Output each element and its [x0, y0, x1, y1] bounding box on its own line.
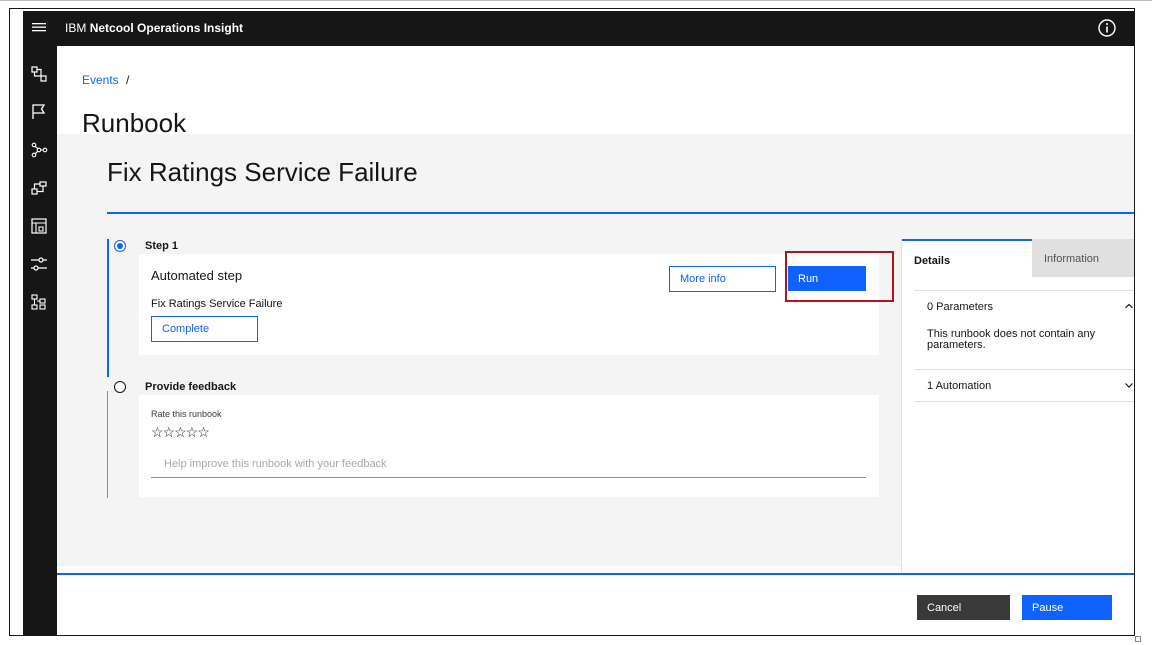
rate-label: Rate this runbook [151, 409, 222, 419]
parameters-accordion-body: This runbook does not contain any parame… [927, 328, 1096, 351]
automation-accordion-heading[interactable]: 1 Automation [927, 380, 991, 392]
breadcrumb-separator: / [126, 73, 130, 87]
step-2-label: Provide feedback [145, 381, 237, 393]
settings-sliders-icon[interactable] [30, 255, 48, 273]
step-2-radio[interactable] [114, 381, 126, 393]
app-frame: IBM Netcool Operations Insight Events / … [9, 8, 1135, 636]
cancel-button[interactable]: Cancel [917, 595, 1010, 620]
breadcrumb: Events / [82, 73, 129, 87]
breadcrumb-link-events[interactable]: Events [82, 73, 119, 87]
hierarchy-icon[interactable] [30, 293, 48, 311]
tab-details[interactable]: Details [902, 239, 1032, 277]
step-1-radio[interactable] [114, 240, 126, 252]
feedback-card: Rate this runbook ☆☆☆☆☆ [139, 395, 879, 497]
side-navigation [23, 46, 57, 635]
accordion-divider [914, 401, 1134, 402]
step-1-label: Step 1 [145, 240, 179, 252]
tab-information[interactable]: Information [1032, 239, 1134, 277]
brand-name: Netcool Operations Insight [89, 21, 244, 35]
parameters-accordion-heading[interactable]: 0 Parameters [927, 301, 993, 313]
chevron-down-icon[interactable] [1124, 380, 1134, 390]
workflow-icon[interactable] [30, 179, 48, 197]
details-panel: Details Information 0 Parameters This ru… [901, 239, 1134, 572]
user-icon[interactable] [1133, 18, 1135, 38]
app-brand[interactable]: IBM Netcool Operations Insight [65, 21, 243, 35]
app-header: IBM Netcool Operations Insight [23, 11, 1135, 46]
feedback-input[interactable] [151, 451, 866, 478]
brand-prefix: IBM [65, 21, 87, 35]
title-divider [107, 212, 1134, 214]
info-icon[interactable] [1097, 18, 1117, 38]
chevron-up-icon[interactable] [1124, 301, 1134, 311]
pause-button[interactable]: Pause [1022, 595, 1112, 620]
accordion-divider [914, 369, 1134, 370]
accordion-divider [914, 290, 1134, 291]
flag-icon[interactable] [30, 103, 48, 121]
main-content: Events / Runbook Fix Ratings Service Fai… [57, 46, 1134, 635]
star-rating[interactable]: ☆☆☆☆☆ [151, 424, 210, 441]
step-card-title: Automated step [151, 268, 243, 283]
step-progress-rail-2 [107, 391, 108, 498]
footer-divider [57, 573, 1134, 575]
step-card-subtitle: Fix Ratings Service Failure [151, 298, 283, 310]
complete-button[interactable]: Complete [151, 316, 258, 342]
topology-icon[interactable] [30, 141, 48, 159]
resize-handle[interactable] [1135, 636, 1141, 642]
dashboard-icon[interactable] [30, 217, 48, 235]
runbook-title: Fix Ratings Service Failure [107, 157, 418, 187]
step-progress-rail [107, 239, 109, 377]
run-button-highlight [785, 251, 894, 302]
step-1-card: Automated step Fix Ratings Service Failu… [139, 254, 879, 355]
more-info-button[interactable]: More info [669, 266, 776, 292]
menu-icon[interactable] [31, 20, 47, 36]
window-top-border [0, 0, 1152, 3]
incident-icon[interactable] [30, 65, 48, 83]
